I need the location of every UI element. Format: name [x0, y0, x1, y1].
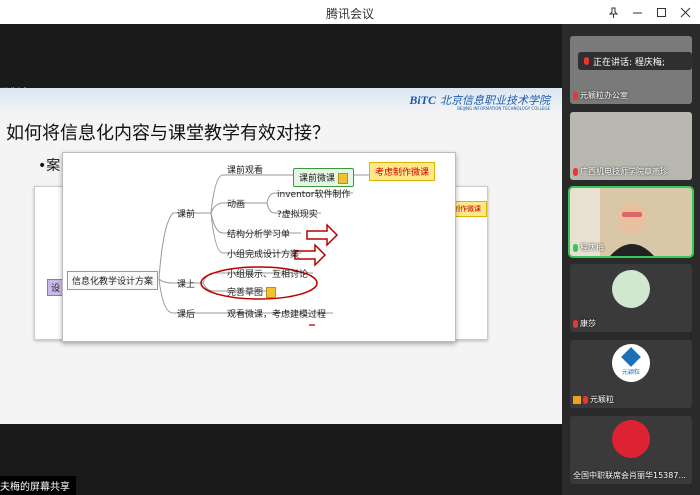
note-icon: [266, 287, 277, 298]
participant-name-text: 全国中职联席会肖丽华15387...: [573, 471, 687, 480]
mic-muted-icon: [573, 91, 578, 100]
avatar-logo-text: 元颖粒: [621, 369, 640, 376]
shared-slide: BiTC 北京信息职业技术学院 BEIJING INFORMATION TECH…: [0, 88, 562, 424]
note-icon: [338, 173, 349, 184]
node-pre-design: 小组完成设计方案: [227, 250, 300, 260]
node-pre-micro-label: 课前微课: [299, 174, 336, 184]
participant-tile[interactable]: 元颖粒 元颖粒: [570, 340, 692, 408]
node-pre-micro: 课前微课: [293, 168, 355, 187]
mic-muted-icon: [573, 319, 578, 328]
speaker-icon: [584, 57, 589, 65]
logo-en: BEIJING INFORMATION TECHNOLOGY COLLEGE: [457, 106, 550, 111]
participant-name: 元颖粒: [573, 394, 614, 405]
branch-post: 课后: [177, 310, 196, 320]
avatar: 元颖粒: [612, 344, 650, 382]
node-in-discuss: 小组展示、互相讨论: [227, 270, 309, 280]
participant-name-text: 程庆梅: [580, 243, 604, 252]
slide-bullet: •案: [38, 158, 61, 174]
branch-in: 课上: [177, 280, 196, 290]
participant-name-text: 元颖粒办公室: [580, 91, 628, 100]
avatar: [612, 420, 650, 458]
speaking-indicator: 正在讲话: 程庆梅;: [578, 52, 692, 70]
minimize-icon[interactable]: [628, 3, 646, 21]
participant-tile[interactable]: 广西机电技师学院章燕珍: [570, 112, 692, 180]
pin-icon[interactable]: [604, 3, 622, 21]
participant-name: 程庆梅: [573, 242, 604, 253]
participant-name-text: 元颖粒: [590, 395, 614, 404]
root-node: 信息化教学设计方案: [67, 271, 159, 290]
participant-name: 元颖粒办公室: [573, 90, 628, 101]
node-pre-sheet: 结构分析学习单: [227, 230, 291, 240]
company-logo-icon: [621, 347, 641, 367]
logo-abbr: BiTC: [409, 92, 436, 107]
participant-name: 广西机电技师学院章燕珍: [573, 166, 668, 177]
node-pre-micro-note: 考虑制作微课: [369, 162, 436, 181]
node-post-text: 观看微课，考虑建模过程: [227, 310, 327, 320]
avatar: [612, 270, 650, 308]
host-icon: [573, 395, 581, 404]
participant-sidebar: 元颖粒办公室 广西机电技师学院章燕珍 程庆梅 康莎 元颖粒 元颖粒 全国中职联席…: [562, 24, 700, 495]
node-pre-watch: 课前观看: [227, 166, 264, 176]
participant-tile[interactable]: 全国中职联席会肖丽华15387...: [570, 416, 692, 484]
branch-pre: 课前: [177, 210, 196, 220]
node-pre-inventor: inventor软件制作: [277, 190, 351, 200]
participant-tile-speaking[interactable]: 程庆梅: [568, 186, 694, 258]
title-bar: 腾讯会议: [0, 0, 700, 25]
participant-name-text: 康莎: [580, 319, 596, 328]
node-in-sketch: 完善草图: [227, 285, 277, 298]
node-pre-vr: ?虚拟现实: [277, 210, 318, 220]
slide-title: 如何将信息化内容与课堂教学有效对接？: [6, 123, 330, 144]
participant-tile[interactable]: 康莎: [570, 264, 692, 332]
speaking-text: 正在讲话: 程庆梅;: [593, 57, 665, 68]
mic-on-icon: [573, 243, 578, 252]
close-icon[interactable]: [676, 3, 694, 21]
window-title: 腾讯会议: [325, 7, 374, 21]
node-in-sketch-label: 完善草图: [227, 288, 264, 298]
maximize-icon[interactable]: [652, 3, 670, 21]
participant-name: 康莎: [573, 318, 596, 329]
mic-muted-icon: [573, 167, 578, 176]
node-pre-anim: 动画: [227, 200, 246, 210]
participant-name: 全国中职联席会肖丽华15387...: [573, 470, 686, 481]
screen-share-label: 夫梅的屏幕共享: [0, 476, 76, 495]
participant-tile[interactable]: 元颖粒办公室: [570, 36, 692, 104]
window-controls: [604, 3, 694, 21]
participant-name-text: 广西机电技师学院章燕珍: [580, 167, 668, 176]
mindmap-image: 信息化教学设计方案 课前 课上 课后 课前观看 课前微课 考虑制作微课 动画 i…: [62, 152, 456, 342]
college-logo: BiTC 北京信息职业技术学院 BEIJING INFORMATION TECH…: [409, 92, 550, 112]
mic-muted-icon: [583, 395, 588, 404]
